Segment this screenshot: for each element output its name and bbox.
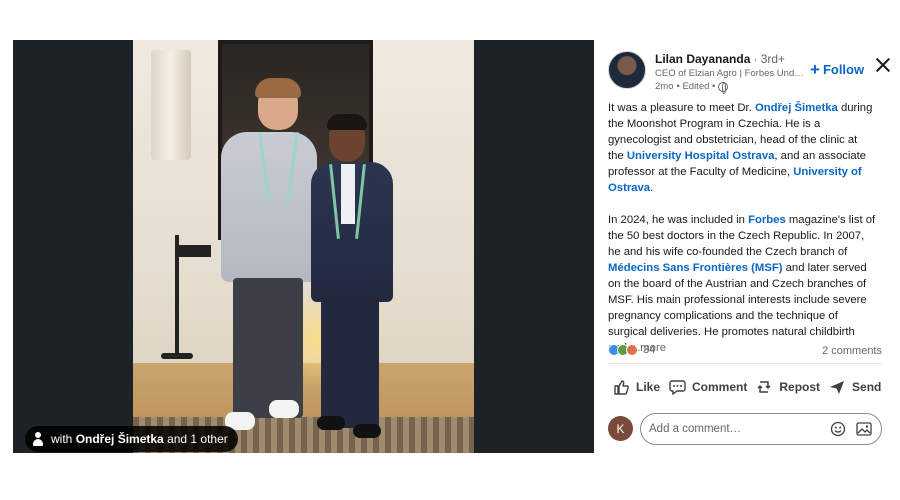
media-viewer: with Ondřej Šimetka and 1 other [13,40,594,453]
person-1-shoe [269,400,299,418]
post-meta: 2mo • Edited • [655,81,729,94]
repost-button[interactable]: Repost [751,374,824,400]
person-1-pants [233,278,303,418]
reactions-summary[interactable]: 34 [608,344,655,356]
divider [608,363,882,364]
edited-label: • Edited • [676,81,716,92]
send-icon [828,378,846,396]
person-2-shirt [341,164,355,224]
love-reaction-icon [626,344,638,356]
author-line: Lilan Dayananda · 3rd+ [655,52,785,67]
mention-link[interactable]: University Hospital Ostrava [627,150,775,162]
repost-icon [755,378,773,396]
like-button[interactable]: Like [608,374,664,400]
comment-icon [668,378,686,396]
follow-button[interactable]: + Follow [810,59,865,79]
photo-sign-base [161,353,193,359]
reaction-count: 34 [643,344,656,356]
person-2-shoe [353,424,381,438]
post-paragraph: It was a pleasure to meet Dr. Ondřej Šim… [608,102,873,194]
image-icon[interactable] [855,420,873,438]
person-1-hair [255,78,301,98]
person-icon [33,432,43,446]
person-2-hair [327,114,367,130]
emoji-icon[interactable] [829,420,847,438]
comments-count[interactable]: 2 comments [822,345,882,357]
send-button[interactable]: Send [824,374,885,400]
photo-column [151,50,191,160]
current-user-avatar: K [608,416,633,441]
tag-text: with Ondřej Šimetka and 1 other [51,432,228,446]
mention-link[interactable]: Médecins Sans Frontières (MSF) [608,262,783,274]
mention-link[interactable]: Forbes [748,214,786,226]
comment-label: Comment [692,380,748,394]
post-photo[interactable] [133,40,474,453]
social-actions: Like Comment Repost Send [608,374,882,400]
like-label: Like [636,380,661,394]
comment-composer[interactable] [640,413,882,445]
follow-label: Follow [822,62,865,77]
person-2-shoe [317,416,345,430]
photo-sign [177,245,211,257]
post-viewer: with Ondřej Šimetka and 1 other Lilan Da… [0,0,900,500]
post-details-panel: Lilan Dayananda · 3rd+ CEO of Elzian Agro… [608,40,894,460]
author-avatar[interactable] [608,51,646,89]
post-time: 2mo [655,81,674,92]
mention-link[interactable]: Ondřej Šimetka [755,102,838,114]
send-label: Send [852,380,882,394]
globe-icon [718,81,729,94]
tagged-people-button[interactable]: with Ondřej Šimetka and 1 other [25,426,238,452]
post-body: It was a pleasure to meet Dr. Ondřej Šim… [608,100,876,372]
connection-degree: · 3rd+ [753,52,786,66]
comment-button[interactable]: Comment [664,374,751,400]
thumbs-up-icon [612,378,630,396]
plus-icon: + [810,59,820,79]
repost-label: Repost [779,380,821,394]
comment-input[interactable] [649,423,821,435]
post-paragraph: In 2024, he was included in Forbes magaz… [608,214,876,354]
person-1-shirt [221,132,317,282]
author-headline: CEO of Elzian Agro | Forbes Under 30 [655,68,807,79]
close-icon[interactable] [874,56,892,74]
author-name[interactable]: Lilan Dayananda [655,52,750,66]
person-2-pants [321,298,379,428]
